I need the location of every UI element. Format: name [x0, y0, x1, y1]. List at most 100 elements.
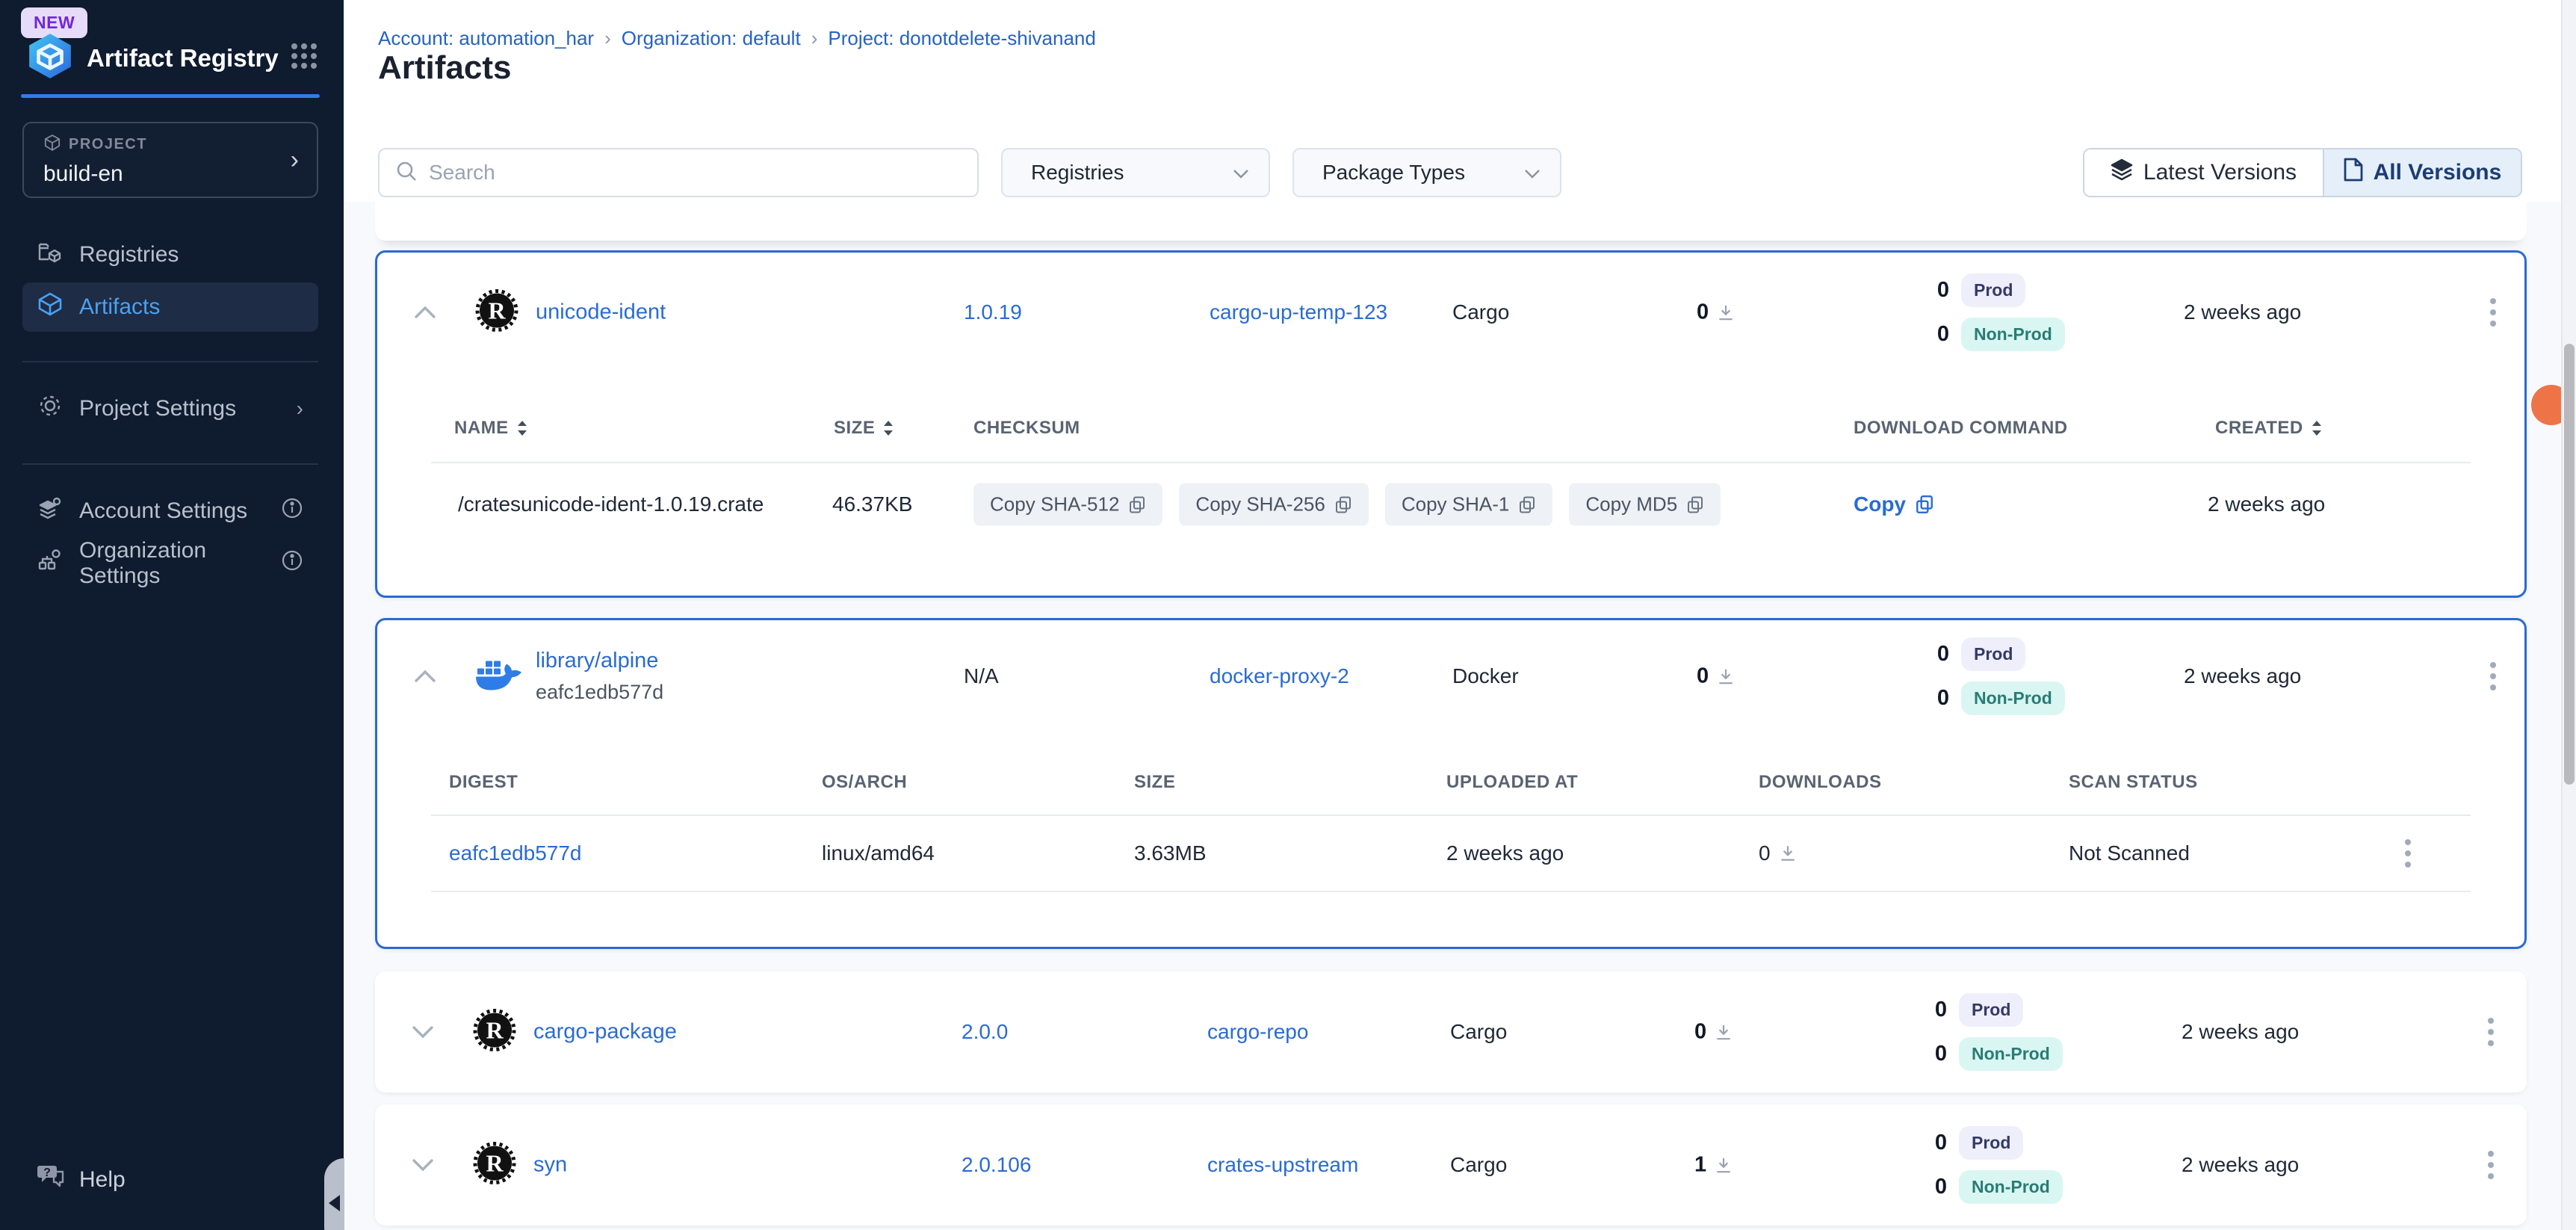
artifact-type: Cargo — [1452, 300, 1509, 324]
digest-uploaded-at: 2 weeks ago — [1446, 841, 1564, 865]
breadcrumb-project-link[interactable]: Project: donotdelete-shivanand — [828, 27, 1095, 50]
prod-count: 0 — [1909, 278, 1949, 303]
download-icon — [1714, 1155, 1733, 1175]
sidebar-accent-line — [21, 94, 320, 98]
info-icon[interactable] — [281, 549, 303, 578]
col-digest: DIGEST — [449, 772, 518, 793]
artifact-type: Cargo — [1450, 1020, 1507, 1044]
artifact-row[interactable]: R cargo-package 2.0.0 cargo-repo Cargo 0… — [375, 971, 2527, 1093]
artifact-row[interactable]: library/alpine eafc1edb577d N/A docker-p… — [377, 620, 2524, 732]
prod-badge: Prod — [1961, 637, 2025, 671]
artifact-repository-link[interactable]: docker-proxy-2 — [1210, 664, 1349, 687]
copy-sha1-button[interactable]: Copy SHA-1 — [1385, 483, 1553, 526]
artifact-version-link[interactable]: 2.0.0 — [962, 1020, 1008, 1043]
breadcrumb-organization-link[interactable]: Organization: default — [622, 27, 801, 50]
copy-icon — [1128, 495, 1146, 513]
copy-icon — [1686, 495, 1704, 513]
prod-badge: Prod — [1959, 993, 2023, 1027]
download-icon — [1716, 667, 1736, 686]
collapse-row-button[interactable] — [407, 670, 443, 683]
copy-button-label: Copy MD5 — [1585, 493, 1677, 516]
artifact-version: N/A — [964, 664, 999, 688]
artifact-version-link[interactable]: 1.0.19 — [964, 300, 1022, 324]
search-input[interactable] — [429, 161, 977, 185]
collapse-row-button[interactable] — [407, 306, 443, 319]
copy-icon — [1915, 495, 1934, 514]
expand-row-button[interactable] — [405, 1158, 441, 1172]
artifact-version-link[interactable]: 2.0.106 — [962, 1153, 1031, 1176]
copy-download-command-button[interactable]: Copy — [1854, 492, 1934, 516]
copy-sha256-button[interactable]: Copy SHA-256 — [1179, 483, 1368, 526]
sidebar-item-project-settings[interactable]: Project Settings › — [22, 384, 318, 433]
nonprod-count: 0 — [1909, 322, 1949, 347]
col-download-command: DOWNLOAD COMMAND — [1854, 418, 2068, 439]
artifact-row[interactable]: R unicode-ident 1.0.19 cargo-up-temp-123… — [377, 253, 2524, 372]
sidebar-item-label: Artifacts — [79, 294, 160, 320]
environment-counts: 0 Prod 0 Non-Prod — [1907, 993, 2063, 1071]
sidebar-item-account-settings[interactable]: Account Settings — [22, 486, 318, 536]
digest-scan-status: Not Scanned — [2069, 841, 2190, 865]
sidebar-item-label: Account Settings — [79, 498, 247, 524]
sidebar-item-artifacts[interactable]: Artifacts — [22, 282, 318, 332]
help-label: Help — [79, 1167, 126, 1193]
digest-link[interactable]: eafc1edb577d — [449, 841, 582, 865]
scrollbar-track[interactable] — [2561, 0, 2576, 1230]
sidebar-item-organization-settings[interactable]: Organization Settings — [22, 539, 318, 588]
artifact-downloads: 0 — [1694, 1020, 1733, 1045]
artifact-name-link[interactable]: library/alpine — [536, 649, 658, 673]
artifact-name-link[interactable]: unicode-ident — [536, 300, 666, 324]
sort-icon[interactable] — [882, 420, 894, 436]
latest-versions-button[interactable]: Latest Versions — [2084, 149, 2323, 196]
col-os-arch: OS/ARCH — [822, 772, 907, 793]
svg-text:R: R — [486, 1017, 504, 1044]
nonprod-badge: Non-Prod — [1961, 682, 2065, 715]
artifact-type: Cargo — [1450, 1153, 1507, 1177]
artifact-repository-link[interactable]: cargo-repo — [1207, 1020, 1308, 1043]
expand-row-button[interactable] — [405, 1025, 441, 1039]
row-actions-menu[interactable] — [2486, 658, 2501, 695]
breadcrumb-account-link[interactable]: Account: automation_har — [378, 27, 594, 50]
apps-grid-icon[interactable] — [290, 42, 318, 74]
document-icon — [2344, 158, 2363, 188]
all-versions-button[interactable]: All Versions — [2323, 149, 2521, 196]
downloads-count: 0 — [1759, 841, 1771, 865]
sort-icon[interactable] — [516, 420, 528, 436]
project-selector[interactable]: PROJECT build-en › — [22, 122, 318, 198]
artifact-repository-link[interactable]: crates-upstream — [1207, 1153, 1358, 1176]
sidebar-item-registries[interactable]: Registries — [22, 230, 318, 279]
row-actions-menu[interactable] — [2483, 1013, 2498, 1051]
gear-icon — [37, 393, 63, 424]
scrollbar-thumb[interactable] — [2564, 344, 2575, 785]
file-row: /cratesunicode-ident-1.0.19.crate 46.37K… — [431, 463, 2471, 546]
artifact-repository-link[interactable]: cargo-up-temp-123 — [1210, 300, 1387, 324]
copy-button-label: Copy SHA-512 — [990, 493, 1119, 516]
download-icon — [1714, 1022, 1733, 1042]
artifact-name-link[interactable]: cargo-package — [533, 1020, 677, 1044]
sort-icon[interactable] — [2311, 420, 2323, 436]
info-icon[interactable] — [281, 497, 303, 525]
versions-view-toggle: Latest Versions All Versions — [2083, 148, 2522, 197]
digest-table-header: DIGEST OS/ARCH SIZE UPLOADED AT DOWNLOAD… — [431, 732, 2471, 815]
artifact-row[interactable]: R syn 2.0.106 crates-upstream Cargo 1 0 … — [375, 1104, 2527, 1226]
sidebar-collapse-handle[interactable] — [324, 1158, 344, 1230]
digest-actions-menu[interactable] — [2400, 835, 2415, 872]
artifact-name-link[interactable]: syn — [533, 1153, 567, 1177]
registries-filter-dropdown[interactable]: Registries — [1001, 148, 1270, 197]
package-types-filter-dropdown[interactable]: Package Types — [1292, 148, 1561, 197]
copy-md5-button[interactable]: Copy MD5 — [1569, 483, 1721, 526]
row-actions-menu[interactable] — [2486, 294, 2501, 331]
downloads-count: 0 — [1694, 1020, 1706, 1045]
download-icon — [1716, 303, 1736, 322]
row-actions-menu[interactable] — [2483, 1146, 2498, 1184]
help-chat-icon: ? — [37, 1163, 66, 1197]
copy-sha512-button[interactable]: Copy SHA-512 — [973, 483, 1162, 526]
artifact-updated: 2 weeks ago — [2184, 664, 2301, 688]
project-cube-icon — [43, 134, 61, 155]
sidebar-item-label: Project Settings — [79, 396, 236, 421]
sidebar-divider — [22, 361, 318, 362]
digest-size: 3.63MB — [1134, 841, 1207, 865]
artifact-list: R unicode-ident 1.0.19 cargo-up-temp-123… — [344, 202, 2576, 1230]
main-content: Account: automation_har › Organization: … — [344, 0, 2576, 1230]
help-button[interactable]: ? Help — [37, 1163, 126, 1197]
artifact-card-unicode-ident: R unicode-ident 1.0.19 cargo-up-temp-123… — [375, 250, 2527, 598]
